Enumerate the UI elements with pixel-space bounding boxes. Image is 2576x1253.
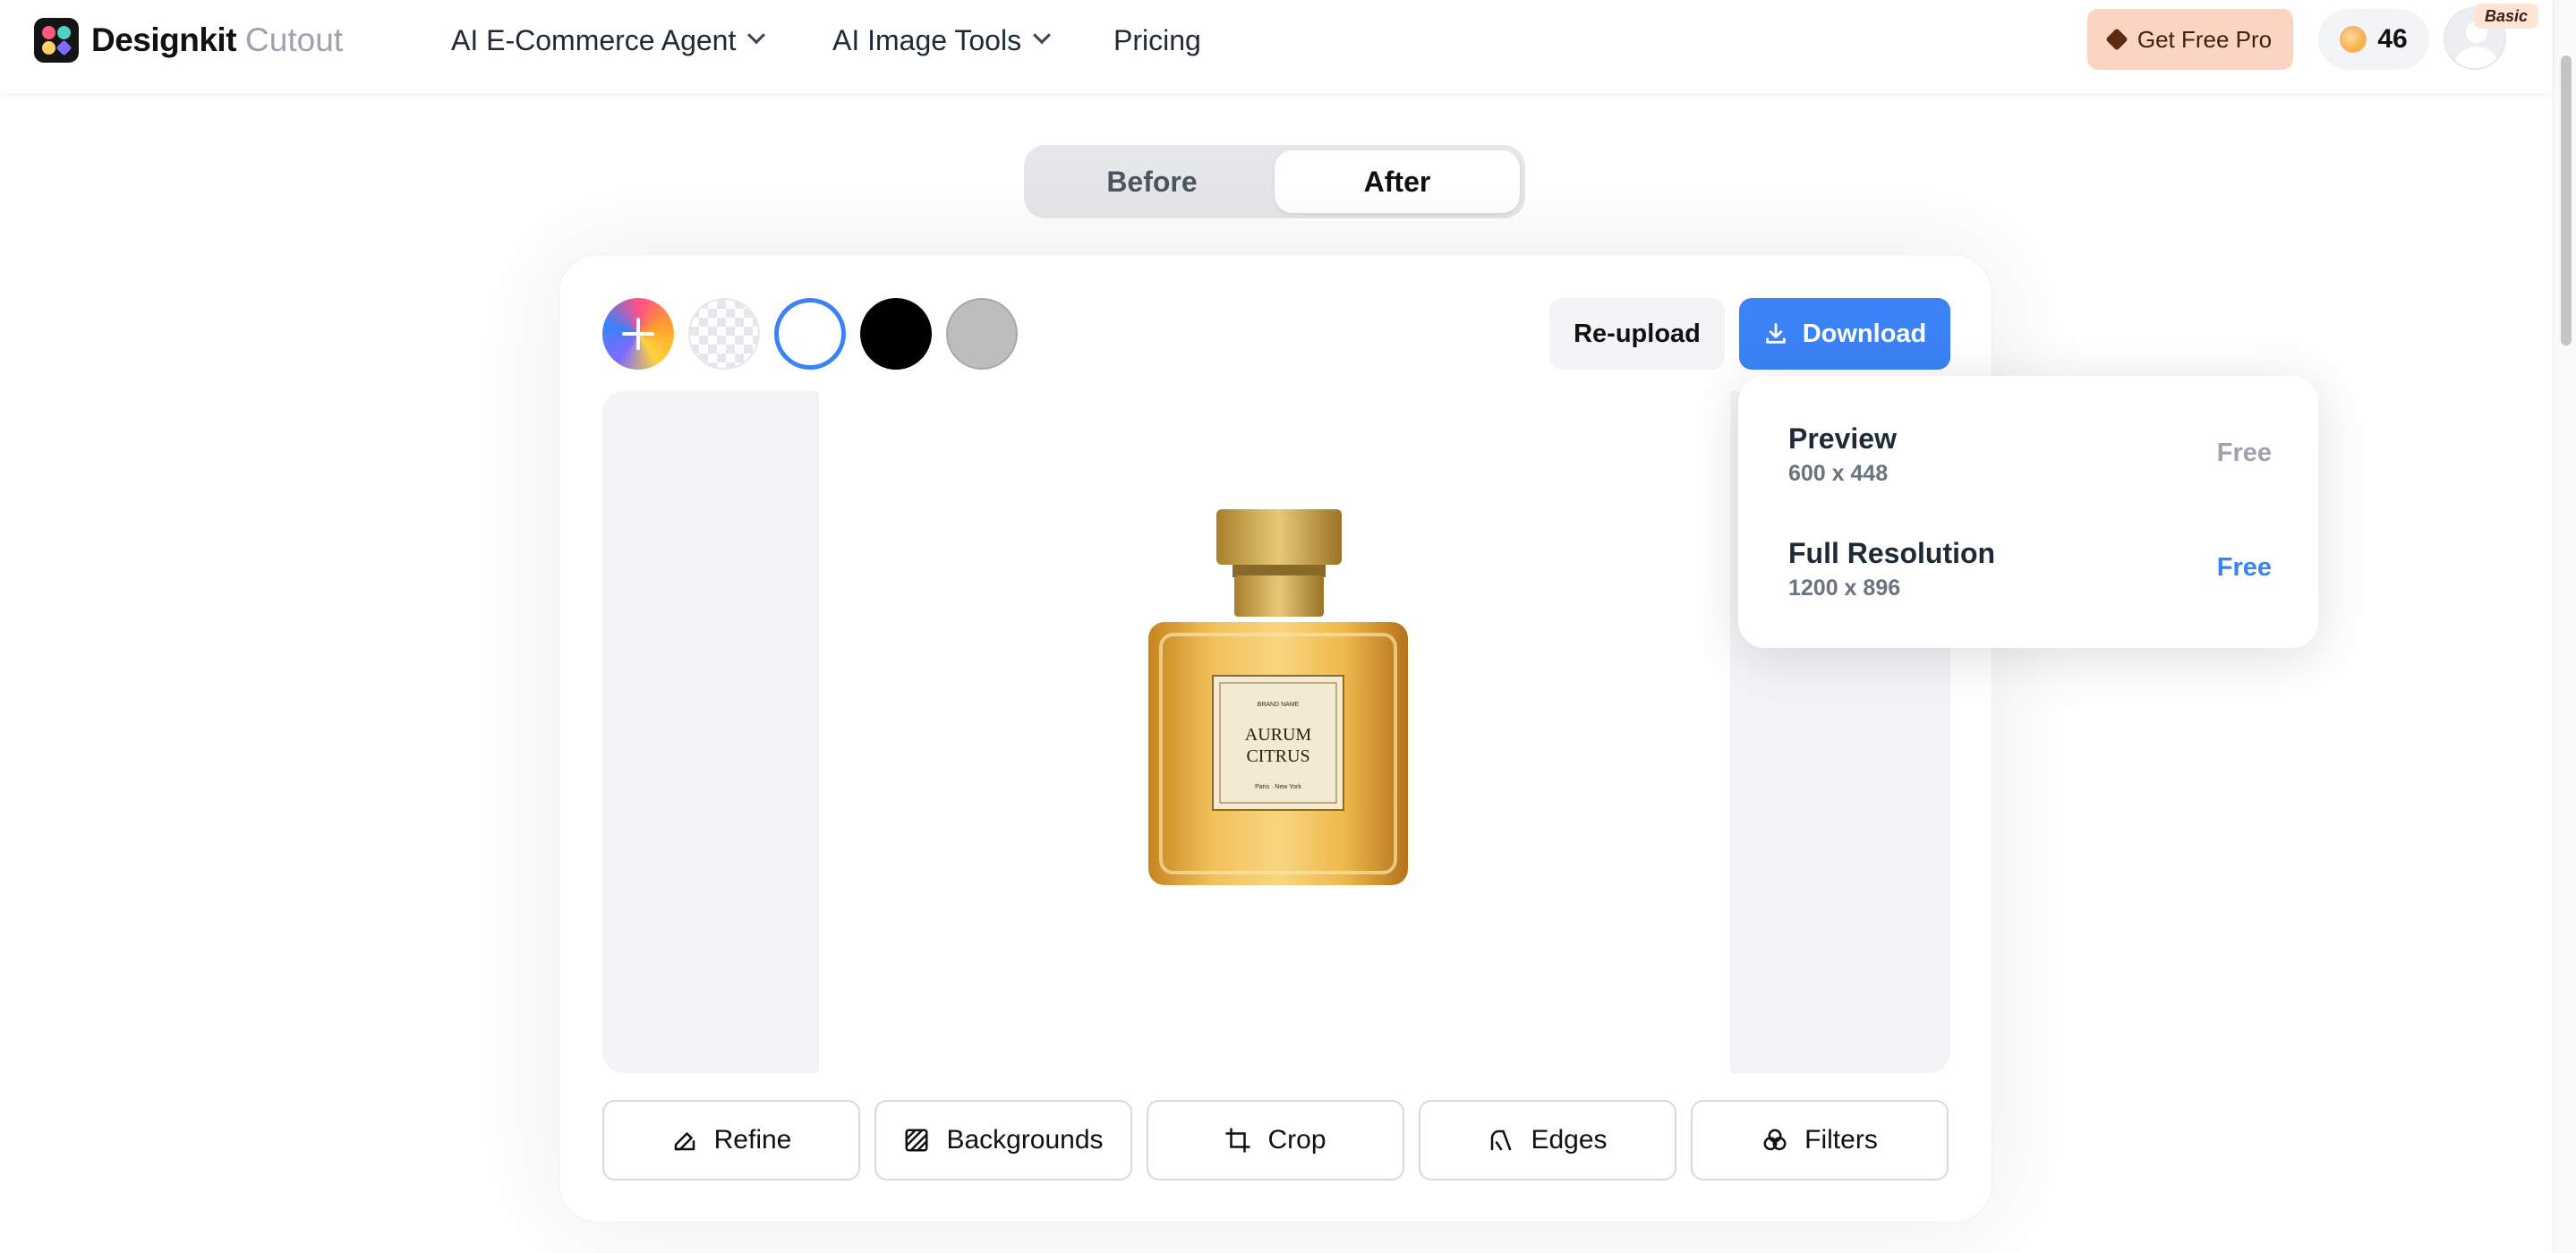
label-line1: AURUM	[1245, 725, 1312, 745]
credits-count: 46	[2377, 24, 2408, 54]
option-price: Free	[2216, 439, 2272, 467]
add-color-swatch[interactable]	[602, 298, 674, 370]
black-swatch[interactable]	[860, 298, 932, 370]
crop-label: Crop	[1267, 1125, 1326, 1155]
nav-label: Pricing	[1113, 23, 1201, 56]
download-menu: Preview 600 x 448 Free Full Resolution 1…	[1738, 376, 2318, 648]
crop-icon	[1225, 1128, 1251, 1153]
reupload-button[interactable]: Re-upload	[1549, 298, 1725, 370]
logo-mark-icon	[34, 18, 79, 63]
diamond-icon	[2105, 28, 2128, 51]
before-after-toggle: Before After	[1024, 145, 1525, 218]
nav-ai-image-tools[interactable]: AI Image Tools	[832, 20, 1051, 61]
credits-balance[interactable]: 46	[2318, 9, 2429, 70]
nav-label: AI Image Tools	[832, 23, 1022, 56]
nav-pricing[interactable]: Pricing	[1113, 20, 1201, 61]
download-option-full-resolution[interactable]: Full Resolution 1200 x 896 Free	[1788, 537, 2272, 609]
plan-badge: Basic	[2474, 4, 2538, 29]
refine-button[interactable]: Refine	[602, 1100, 860, 1181]
option-price: Free	[2216, 553, 2272, 582]
edges-label: Edges	[1531, 1125, 1608, 1155]
transparent-swatch[interactable]	[688, 298, 760, 370]
filters-button[interactable]: Filters	[1691, 1100, 1949, 1181]
chevron-down-icon	[747, 26, 766, 45]
download-option-preview[interactable]: Preview 600 x 448 Free	[1788, 422, 2272, 494]
option-size: 1200 x 896	[1788, 575, 1901, 601]
edit-icon	[674, 1132, 695, 1151]
backgrounds-button[interactable]: Backgrounds	[874, 1100, 1132, 1181]
download-label: Download	[1802, 319, 1927, 348]
edges-button[interactable]: Edges	[1419, 1100, 1676, 1181]
option-title: Preview	[1788, 422, 1897, 455]
download-icon	[1765, 323, 1786, 344]
perfume-bottle-image: BRAND NAME AURUM CITRUS Paris · New York	[1148, 509, 1408, 885]
gray-swatch[interactable]	[946, 298, 1018, 370]
filters-icon	[1763, 1129, 1787, 1151]
get-free-pro-button[interactable]: Get Free Pro	[2087, 9, 2293, 70]
filters-label: Filters	[1804, 1125, 1878, 1155]
label-line2: CITRUS	[1246, 746, 1309, 766]
label-brand: BRAND NAME	[1258, 702, 1300, 708]
option-title: Full Resolution	[1788, 537, 1996, 569]
brand-product: Cutout	[245, 21, 344, 58]
white-swatch[interactable]	[774, 298, 846, 370]
label-footer: Paris · New York	[1255, 784, 1301, 790]
nav-label: AI E-Commerce Agent	[451, 23, 737, 56]
page-scrollbar[interactable]	[2553, 0, 2576, 1253]
backgrounds-label: Backgrounds	[946, 1125, 1104, 1155]
chevron-down-icon	[1033, 26, 1051, 45]
pattern-icon	[905, 1129, 928, 1152]
coin-icon	[2340, 26, 2367, 53]
toggle-before[interactable]: Before	[1029, 150, 1275, 213]
scrollbar-thumb[interactable]	[2561, 55, 2572, 345]
crop-button[interactable]: Crop	[1147, 1100, 1404, 1181]
brand-logo[interactable]: Designkit Cutout	[34, 18, 343, 63]
option-size: 600 x 448	[1788, 461, 1889, 486]
toggle-after[interactable]: After	[1275, 150, 1520, 213]
refine-label: Refine	[713, 1125, 792, 1155]
download-button[interactable]: Download	[1739, 298, 1950, 370]
nav-ai-ecommerce-agent[interactable]: AI E-Commerce Agent	[451, 20, 766, 61]
brand-name: Designkit	[91, 21, 237, 58]
edges-icon	[1491, 1129, 1512, 1151]
top-nav: Designkit Cutout AI E-Commerce Agent AI …	[0, 0, 2553, 93]
pro-button-label: Get Free Pro	[2137, 25, 2273, 53]
